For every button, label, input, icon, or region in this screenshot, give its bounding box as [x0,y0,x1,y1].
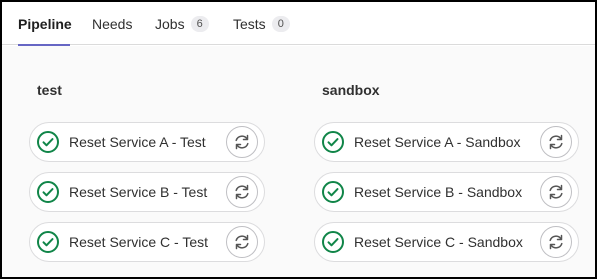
retry-button[interactable] [226,176,258,208]
retry-button[interactable] [226,126,258,158]
job-card[interactable]: Reset Service A - Sandbox [314,122,579,162]
tab-bar: Pipeline Needs Jobs 6 Tests 0 [2,2,595,46]
retry-icon [549,134,563,150]
tab-needs-label: Needs [92,15,133,32]
jobs-count-badge: 6 [190,15,209,32]
retry-button[interactable] [540,176,572,208]
tab-jobs[interactable]: Jobs 6 [155,2,209,45]
pipeline-graph: test Reset Service A - Test Reset Servic… [2,46,595,277]
tests-count-badge: 0 [271,15,290,32]
success-check-icon [321,130,345,154]
retry-icon [235,234,249,250]
success-check-icon [36,130,60,154]
retry-button[interactable] [226,226,258,258]
retry-button[interactable] [540,126,572,158]
job-name[interactable]: Reset Service B - Sandbox [354,173,522,211]
job-name[interactable]: Reset Service C - Sandbox [354,223,523,261]
success-check-icon [36,230,60,254]
tab-tests-label: Tests [233,15,266,32]
stage-title-sandbox: sandbox [322,82,380,98]
retry-icon [235,184,249,200]
job-name[interactable]: Reset Service A - Test [69,123,206,161]
retry-button[interactable] [540,226,572,258]
retry-icon [549,184,563,200]
tab-pipeline-label: Pipeline [18,15,72,32]
job-card[interactable]: Reset Service C - Sandbox [314,222,579,262]
tab-jobs-label: Jobs [155,15,185,32]
tab-tests[interactable]: Tests 0 [233,2,290,45]
job-name[interactable]: Reset Service A - Sandbox [354,123,521,161]
tab-needs[interactable]: Needs [92,2,132,45]
job-card[interactable]: Reset Service B - Sandbox [314,172,579,212]
job-card[interactable]: Reset Service A - Test [29,122,265,162]
stage-title-test: test [37,82,62,98]
job-name[interactable]: Reset Service B - Test [69,173,207,211]
job-name[interactable]: Reset Service C - Test [69,223,208,261]
pipeline-panel: Pipeline Needs Jobs 6 Tests 0 test Reset… [2,2,595,277]
success-check-icon [36,180,60,204]
job-card[interactable]: Reset Service B - Test [29,172,265,212]
job-card[interactable]: Reset Service C - Test [29,222,265,262]
tab-pipeline[interactable]: Pipeline [18,2,72,46]
success-check-icon [321,230,345,254]
success-check-icon [321,180,345,204]
retry-icon [549,234,563,250]
retry-icon [235,134,249,150]
